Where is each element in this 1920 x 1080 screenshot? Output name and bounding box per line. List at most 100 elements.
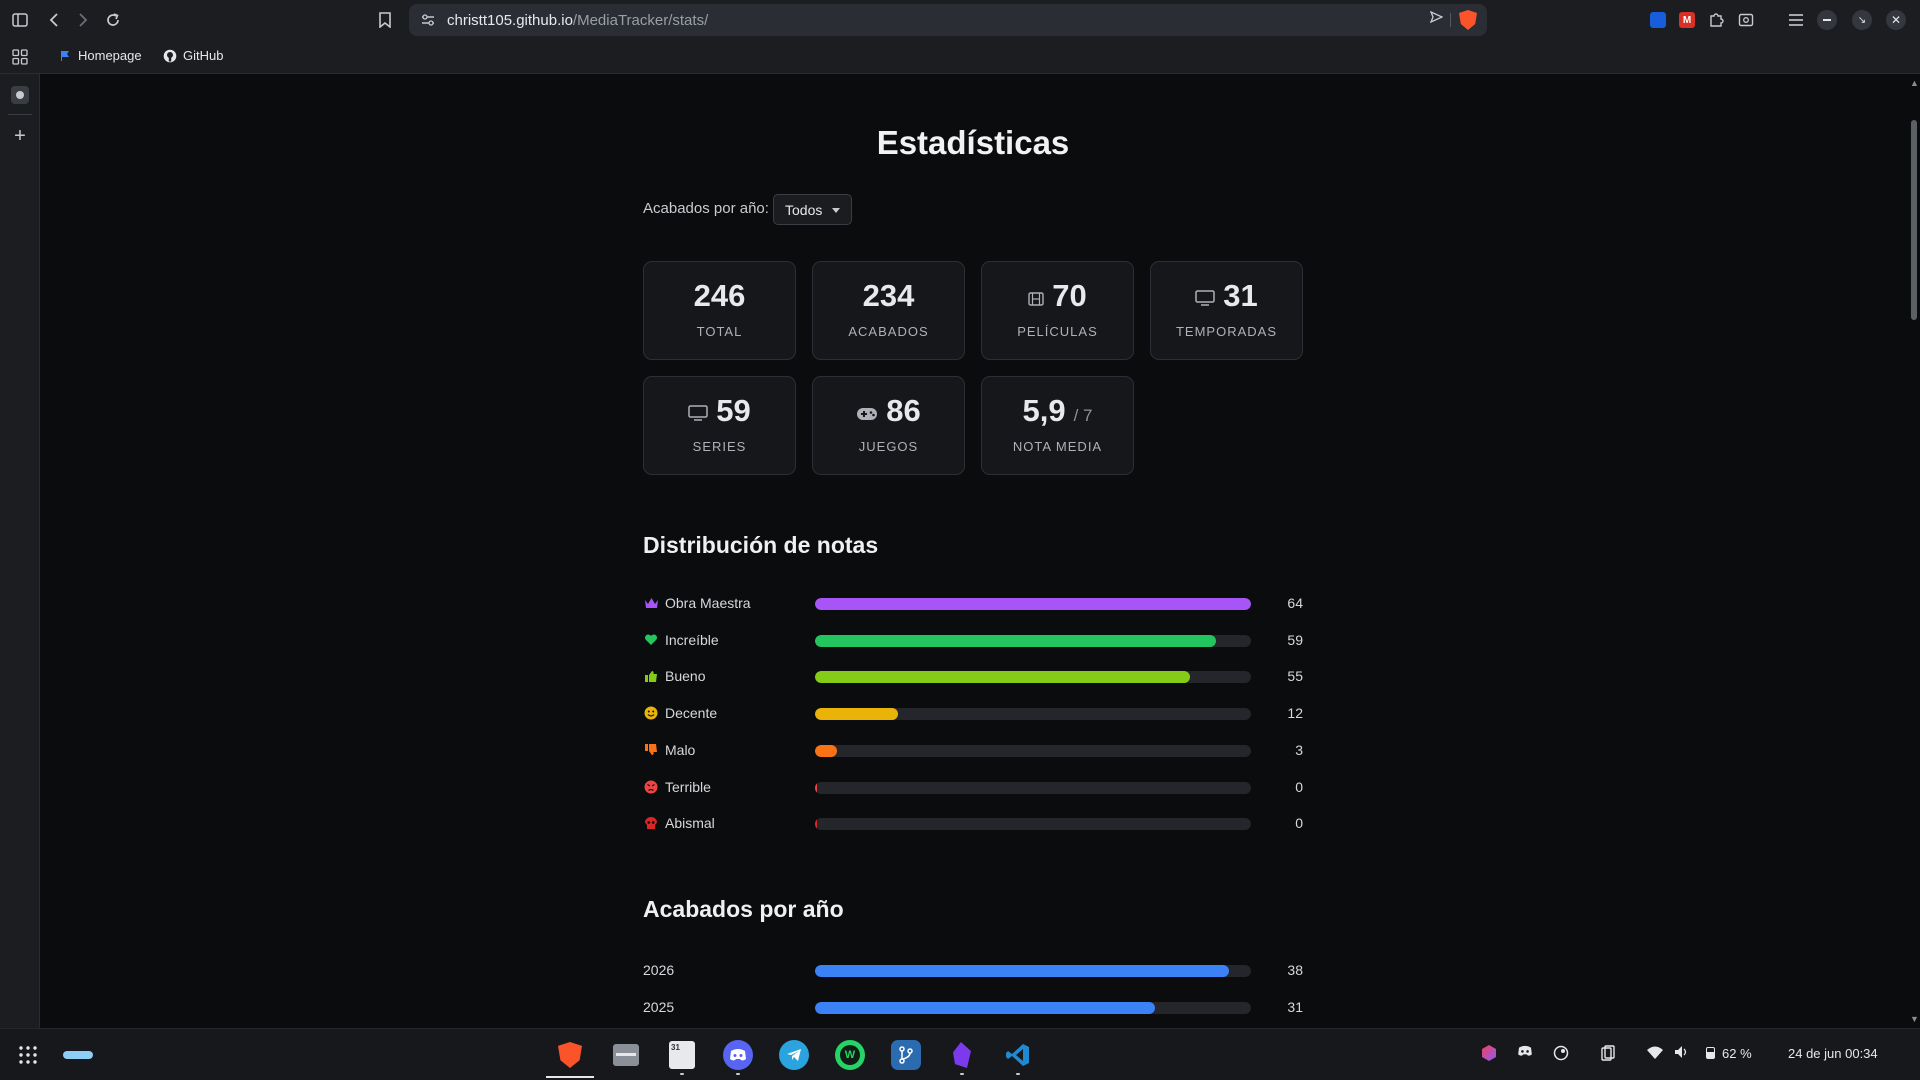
running-indicator xyxy=(1016,1073,1020,1075)
scroll-down-icon[interactable]: ▼ xyxy=(1910,1014,1919,1024)
row-label: 2025 xyxy=(643,998,675,1015)
add-panel-icon[interactable]: + xyxy=(8,124,32,148)
menu-icon[interactable] xyxy=(1784,8,1808,32)
row-bar-fill xyxy=(815,781,817,794)
clipboard-icon[interactable] xyxy=(1601,1045,1615,1064)
running-indicator xyxy=(960,1073,964,1075)
heart-icon xyxy=(643,632,659,648)
calendar-icon[interactable]: 31 xyxy=(667,1040,697,1070)
stat-value: 246 xyxy=(693,278,746,313)
site-settings-icon[interactable] xyxy=(419,11,437,29)
tray-app-icon[interactable] xyxy=(1482,1045,1496,1061)
page-scrollbar[interactable]: ▲ ▼ xyxy=(1908,74,1920,1028)
row-bar-fill xyxy=(815,965,1230,977)
taskbar: 31 W 62 % 24 de jun 00:34 xyxy=(0,1028,1920,1080)
url-separator xyxy=(1450,13,1451,27)
workspace-indicator[interactable] xyxy=(63,1051,93,1059)
stat-suffix: / 7 xyxy=(1073,406,1093,425)
discord-icon[interactable] xyxy=(723,1040,753,1070)
year-filter-value: Todos xyxy=(785,201,823,218)
stat-card-total: 246 TOTAL xyxy=(643,261,796,360)
sidebar-toggle-icon[interactable] xyxy=(8,8,32,32)
year-row: 2026 38 xyxy=(643,959,1303,981)
stat-label: ACABADOS xyxy=(848,324,929,339)
wifi-icon[interactable] xyxy=(1647,1046,1663,1062)
row-value: 0 xyxy=(1295,815,1303,832)
stat-card-finished: 234 ACABADOS xyxy=(812,261,965,360)
vscode-icon[interactable] xyxy=(1003,1040,1033,1070)
extension-bitwarden-icon[interactable] xyxy=(1646,8,1670,32)
scroll-thumb[interactable] xyxy=(1911,120,1917,320)
share-icon[interactable] xyxy=(1429,10,1444,26)
stat-value: 86 xyxy=(886,393,921,428)
stat-label: TOTAL xyxy=(696,324,743,339)
stat-label: PELÍCULAS xyxy=(1017,324,1098,339)
row-bar-track xyxy=(815,1001,1251,1014)
distribution-row: Increíble 59 xyxy=(643,629,1303,651)
forward-icon[interactable] xyxy=(71,8,95,32)
distribution-row: Terrible 0 xyxy=(643,776,1303,798)
tv-icon xyxy=(688,405,708,426)
close-window-icon[interactable]: ✕ xyxy=(1884,8,1908,32)
minimize-icon[interactable] xyxy=(1815,8,1839,32)
brave-shields-icon[interactable] xyxy=(1459,10,1477,30)
gamepad-icon xyxy=(856,405,878,426)
crown-icon xyxy=(643,595,659,611)
distribution-title: Distribución de notas xyxy=(643,532,879,558)
github-icon xyxy=(163,49,177,63)
stat-label: TEMPORADAS xyxy=(1175,324,1277,339)
running-indicator xyxy=(680,1073,684,1075)
clock[interactable]: 24 de jun 00:34 xyxy=(1788,1046,1878,1061)
sidebar-panel-icon[interactable] xyxy=(8,83,32,107)
row-bar-track xyxy=(815,781,1251,794)
url-host: christt105.github.io xyxy=(447,12,573,29)
row-bar-track xyxy=(815,634,1251,647)
app-launcher-icon[interactable] xyxy=(13,1040,43,1070)
files-icon[interactable] xyxy=(611,1040,641,1070)
row-bar-fill xyxy=(815,744,837,757)
row-label: Increíble xyxy=(665,631,719,648)
bookmark-icon[interactable] xyxy=(373,8,397,32)
bookmark-github[interactable]: GitHub xyxy=(163,48,223,63)
stat-card-average-score: 5,9 / 7 NOTA MEDIA xyxy=(981,376,1134,475)
row-bar-fill xyxy=(815,1001,1156,1014)
thumbs-down-icon xyxy=(643,742,659,758)
brave-icon[interactable] xyxy=(555,1040,585,1070)
stat-value: 234 xyxy=(862,278,915,313)
extension-gmail-icon[interactable]: M xyxy=(1675,8,1699,32)
angry-face-icon xyxy=(643,779,659,795)
extensions-puzzle-icon[interactable] xyxy=(1704,8,1728,32)
scroll-up-icon[interactable]: ▲ xyxy=(1910,78,1919,88)
stat-value: 31 xyxy=(1223,278,1258,313)
obsidian-icon[interactable] xyxy=(947,1040,977,1070)
row-value: 0 xyxy=(1295,778,1303,795)
reload-icon[interactable] xyxy=(101,8,125,32)
url-text[interactable]: christt105.github.io/MediaTracker/stats/ xyxy=(447,12,708,29)
skull-icon xyxy=(643,815,659,831)
git-icon[interactable] xyxy=(891,1040,921,1070)
bookmark-homepage[interactable]: Homepage xyxy=(58,48,142,63)
tray-steam-icon[interactable] xyxy=(1553,1045,1569,1064)
stat-card-series: 59 SERIES xyxy=(643,376,796,475)
address-bar[interactable]: christt105.github.io/MediaTracker/stats/ xyxy=(409,4,1487,36)
row-label: Abismal xyxy=(665,815,715,832)
volume-icon[interactable] xyxy=(1674,1045,1690,1062)
tray-discord-icon[interactable] xyxy=(1517,1045,1533,1060)
stat-value: 5,9 xyxy=(1022,393,1066,428)
distribution-row: Abismal 0 xyxy=(643,812,1303,834)
row-bar-track xyxy=(815,744,1251,757)
row-label: Terrible xyxy=(665,778,711,795)
whatsapp-icon[interactable]: W xyxy=(835,1040,865,1070)
browser-toolbar: christt105.github.io/MediaTracker/stats/… xyxy=(0,0,1920,40)
restore-icon[interactable]: ↘ xyxy=(1850,8,1874,32)
apps-grid-icon[interactable] xyxy=(8,45,32,69)
year-filter-select[interactable]: Todos xyxy=(773,194,852,225)
row-bar-fill xyxy=(815,708,898,721)
telegram-icon[interactable] xyxy=(779,1040,809,1070)
row-value: 55 xyxy=(1287,668,1303,685)
reader-mode-icon[interactable] xyxy=(1734,8,1758,32)
row-bar-fill xyxy=(815,818,817,831)
back-icon[interactable] xyxy=(42,8,66,32)
row-label: Bueno xyxy=(665,668,706,685)
bookmark-label: Homepage xyxy=(78,48,142,63)
